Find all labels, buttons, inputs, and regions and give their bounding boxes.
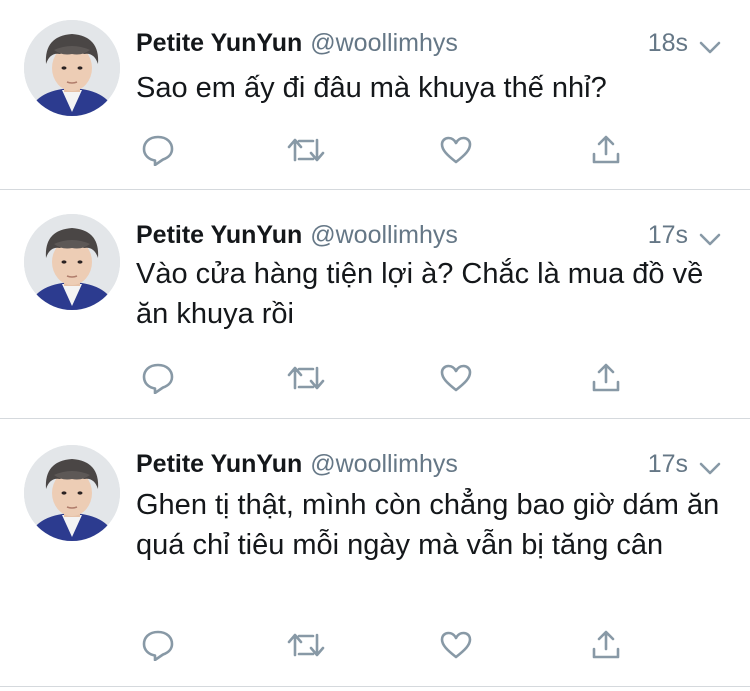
tweet-header: Petite YunYun @woollimhys 17s — [136, 218, 722, 252]
like-icon — [439, 630, 473, 665]
avatar[interactable] — [24, 445, 120, 541]
tweet-actions — [136, 360, 630, 400]
timestamp[interactable]: 18s — [648, 26, 688, 60]
tweet[interactable]: Petite YunYun @woollimhys 17s Vào cửa hàn… — [0, 190, 750, 419]
like-button[interactable] — [434, 627, 478, 667]
tweet[interactable]: Petite YunYun @woollimhys 18s Sao em ấy đ… — [0, 0, 750, 190]
tweet-text: Ghen tị thật, mình còn chẳng bao giờ dám… — [136, 489, 720, 561]
avatar[interactable] — [24, 214, 120, 310]
reply-icon — [141, 629, 175, 666]
display-name[interactable]: Petite YunYun — [136, 29, 302, 57]
tweet-actions — [136, 627, 630, 667]
tweet-text: Vào cửa hàng tiện lợi à? Chắc là mua đồ … — [136, 258, 704, 330]
retweet-button[interactable] — [284, 627, 328, 667]
reply-button[interactable] — [136, 360, 180, 400]
reply-button[interactable] — [136, 132, 180, 172]
share-button[interactable] — [584, 627, 628, 667]
chevron-down-icon[interactable] — [698, 35, 722, 69]
avatar-image — [24, 445, 120, 541]
display-name[interactable]: Petite YunYun — [136, 450, 302, 478]
tweet-header: Petite YunYun @woollimhys 18s — [136, 26, 722, 60]
tweet[interactable]: Petite YunYun @woollimhys 17s Ghen tị thậ… — [0, 419, 750, 687]
share-button[interactable] — [584, 132, 628, 172]
like-icon — [439, 363, 473, 398]
avatar-image — [24, 214, 120, 310]
reply-button[interactable] — [136, 627, 180, 667]
retweet-button[interactable] — [284, 360, 328, 400]
share-icon — [591, 134, 621, 171]
retweet-icon — [287, 363, 325, 398]
reply-icon — [141, 362, 175, 399]
avatar[interactable] — [24, 20, 120, 116]
retweet-icon — [287, 630, 325, 665]
avatar-image — [24, 20, 120, 116]
like-icon — [439, 135, 473, 170]
tweet-actions — [136, 132, 630, 172]
user-handle[interactable]: @woollimhys — [310, 221, 458, 249]
reply-icon — [141, 134, 175, 171]
share-icon — [591, 362, 621, 399]
tweet-header: Petite YunYun @woollimhys 17s — [136, 447, 722, 481]
like-button[interactable] — [434, 360, 478, 400]
timestamp[interactable]: 17s — [648, 447, 688, 481]
retweet-button[interactable] — [284, 132, 328, 172]
share-button[interactable] — [584, 360, 628, 400]
tweet-text: Sao em ấy đi đâu mà khuya thế nhỉ? — [136, 72, 607, 104]
like-button[interactable] — [434, 132, 478, 172]
retweet-icon — [287, 135, 325, 170]
share-icon — [591, 629, 621, 666]
display-name[interactable]: Petite YunYun — [136, 221, 302, 249]
timestamp[interactable]: 17s — [648, 218, 688, 252]
user-handle[interactable]: @woollimhys — [310, 450, 458, 478]
user-handle[interactable]: @woollimhys — [310, 29, 458, 57]
